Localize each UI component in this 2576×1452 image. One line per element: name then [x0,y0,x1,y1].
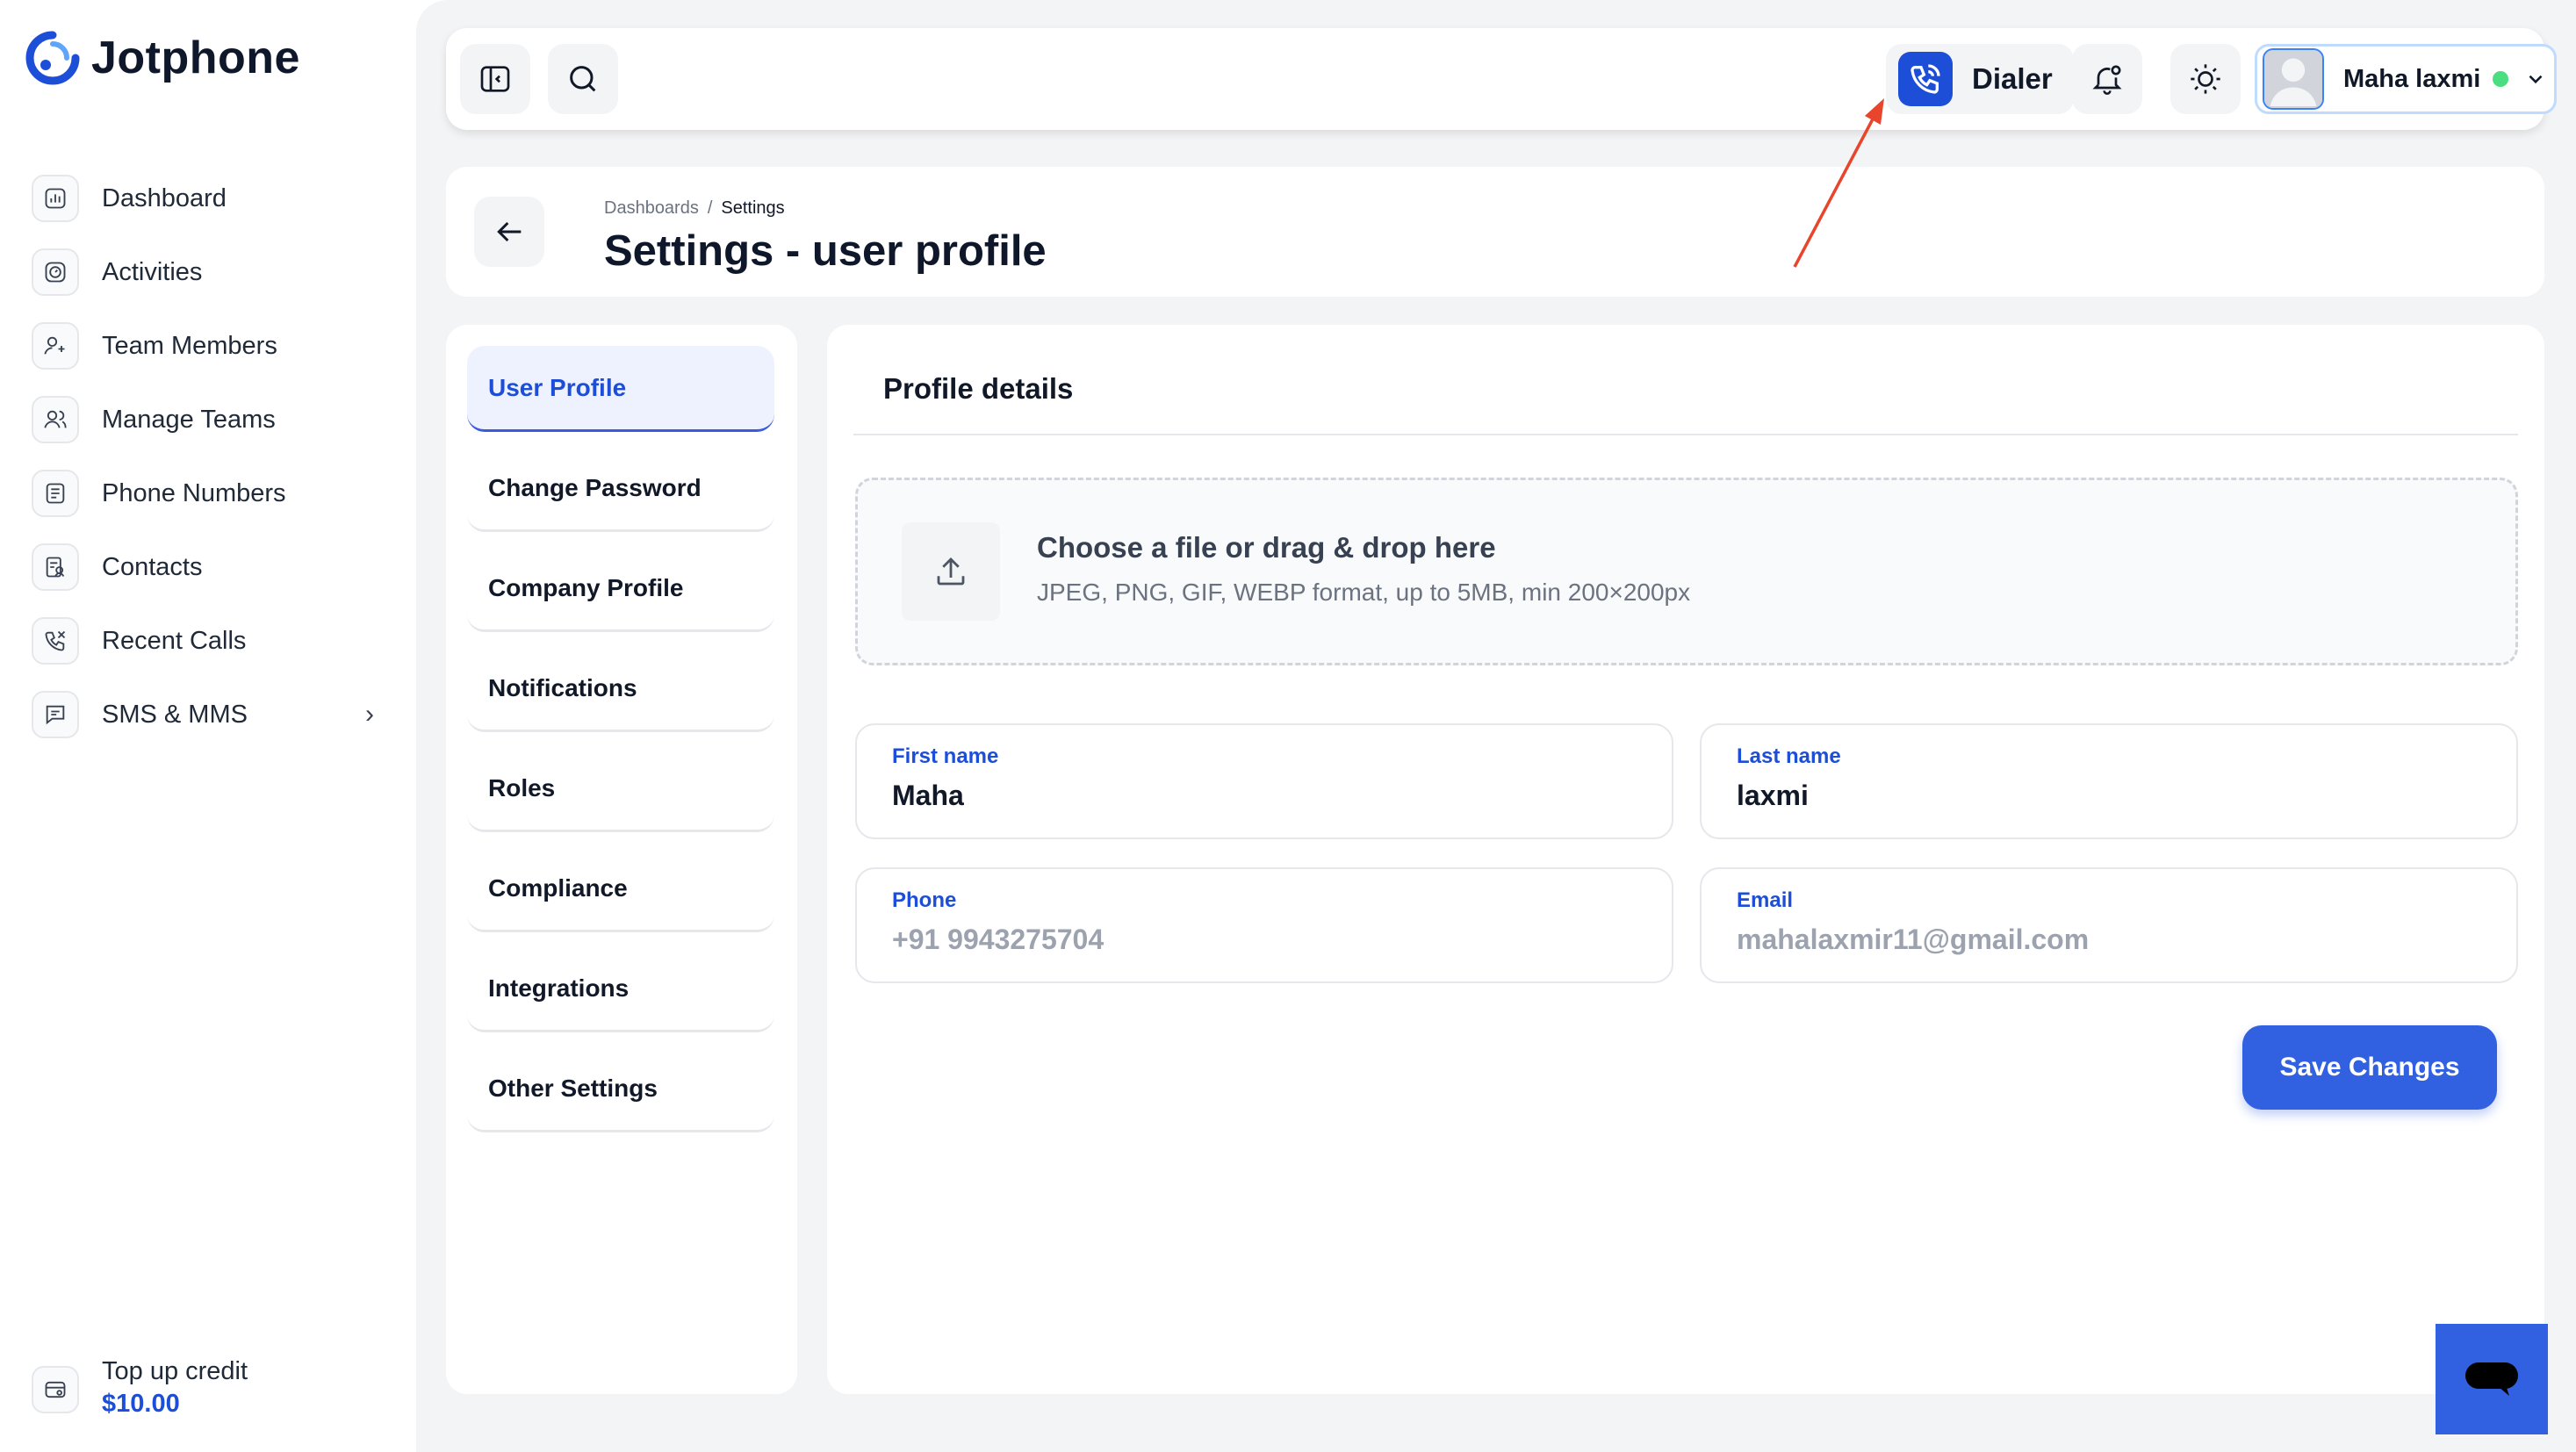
settings-menu-roles[interactable]: Roles [467,746,774,832]
sidebar-item-label: Phone Numbers [102,478,286,507]
search-button[interactable] [548,44,618,114]
phone-label: Phone [892,888,957,912]
sidebar-item-dashboard[interactable]: Dashboard [32,162,383,235]
wallet-icon [32,1366,79,1413]
sidebar-item-recent-calls[interactable]: Recent Calls [32,604,383,678]
upload-icon [937,557,965,586]
profile-details-title: Profile details [883,372,1074,405]
last-name-label: Last name [1737,744,1841,768]
topup-credit[interactable]: Top up credit $10.00 [32,1357,248,1419]
settings-menu-compliance[interactable]: Compliance [467,846,774,932]
email-field[interactable]: Email [1700,867,2518,983]
last-name-field[interactable]: Last name [1700,723,2518,839]
settings-menu-integrations[interactable]: Integrations [467,946,774,1032]
profile-details-card: Profile details Choose a file or drag & … [827,325,2544,1394]
top-bar: Dialer Maha laxmi [446,28,2557,130]
sidebar-item-label: Dashboard [102,183,227,212]
topup-title: Top up credit [102,1357,248,1385]
app-name: Jotphone [91,32,300,83]
breadcrumb-link[interactable]: Dashboards [604,198,699,218]
settings-menu-user-profile[interactable]: User Profile [467,346,774,432]
upload-hint: JPEG, PNG, GIF, WEBP format, up to 5MB, … [1037,579,1691,606]
page-title: Settings - user profile [604,227,1047,275]
sidebar-item-sms-mms[interactable]: SMS & MMS › [32,678,383,751]
user-menu[interactable]: Maha laxmi [2255,44,2557,114]
upload-button[interactable] [902,522,1000,621]
recent-calls-icon [32,617,79,665]
sidebar-item-activities[interactable]: Activities [32,235,383,309]
divider [853,434,2518,435]
settings-menu-other-settings[interactable]: Other Settings [467,1046,774,1132]
chevron-right-icon[interactable]: › [365,700,374,730]
contacts-icon [32,543,79,591]
manage-teams-icon [32,396,79,443]
first-name-field[interactable]: First name [855,723,1673,839]
dashboard-icon [32,175,79,222]
sidebar-item-label: Manage Teams [102,405,276,434]
arrow-left-icon [497,221,522,242]
phone-numbers-icon [32,470,79,517]
page-header: Dashboards / Settings Settings - user prof… [446,167,2544,297]
settings-menu-change-password[interactable]: Change Password [467,446,774,532]
search-icon [570,66,596,92]
avatar-upload-dropzone[interactable]: Choose a file or drag & drop here JPEG, … [855,478,2518,665]
chat-icon [2465,1362,2518,1396]
last-name-input[interactable] [1737,780,2492,812]
sidebar-item-label: Activities [102,257,203,286]
sidebar-item-contacts[interactable]: Contacts [32,530,383,604]
app-logo[interactable]: Jotphone [25,30,300,86]
activities-icon [32,248,79,296]
sidebar-item-label: Recent Calls [102,626,247,655]
avatar [2263,48,2324,110]
first-name-input[interactable] [892,780,1647,812]
sidebar: Jotphone Dashboard Activities Team Membe… [0,0,416,1452]
main-content: Dialer Maha laxmi Dashboards / Settings Se… [416,0,2576,1452]
bell-icon [2092,65,2122,95]
dialer-label: Dialer [1972,62,2053,95]
settings-menu-notifications[interactable]: Notifications [467,646,774,732]
credit-balance: $10.00 [102,1390,180,1418]
theme-toggle-button[interactable] [2170,44,2241,114]
phone-input[interactable] [892,924,1647,956]
sidebar-item-phone-numbers[interactable]: Phone Numbers [32,456,383,530]
notifications-button[interactable] [2072,44,2142,114]
first-name-label: First name [892,744,999,768]
breadcrumb: Dashboards / Settings [604,198,785,219]
sidebar-item-manage-teams[interactable]: Manage Teams [32,383,383,456]
sidebar-item-label: SMS & MMS [102,700,248,729]
email-label: Email [1737,888,1794,912]
sidebar-nav: Dashboard Activities Team Members Manage… [32,162,383,751]
sun-icon [2191,64,2220,94]
dialer-button[interactable]: Dialer [1886,44,2074,114]
online-status-indicator [2493,71,2509,87]
back-button[interactable] [474,197,544,267]
sidebar-item-team-members[interactable]: Team Members [32,309,383,383]
breadcrumb-current: Settings [721,198,785,218]
team-members-icon [32,322,79,370]
chat-widget-button[interactable] [2436,1324,2548,1434]
sidebar-item-label: Team Members [102,331,277,360]
collapse-sidebar-button[interactable] [460,44,530,114]
phone-field[interactable]: Phone [855,867,1673,983]
email-input[interactable] [1737,924,2492,956]
sms-icon [32,691,79,738]
settings-menu: User Profile Change Password Company Pro… [446,325,797,1394]
chevron-down-icon [2529,75,2543,84]
phone-call-icon [1898,52,1953,106]
logo-icon [25,31,80,85]
upload-title: Choose a file or drag & drop here [1037,531,1496,564]
save-changes-button[interactable]: Save Changes [2242,1025,2497,1110]
user-name: Maha laxmi [2343,64,2481,93]
settings-menu-company-profile[interactable]: Company Profile [467,546,774,632]
breadcrumb-separator: / [707,198,713,218]
sidebar-item-label: Contacts [102,552,203,581]
sidebar-toggle-icon [480,66,510,92]
